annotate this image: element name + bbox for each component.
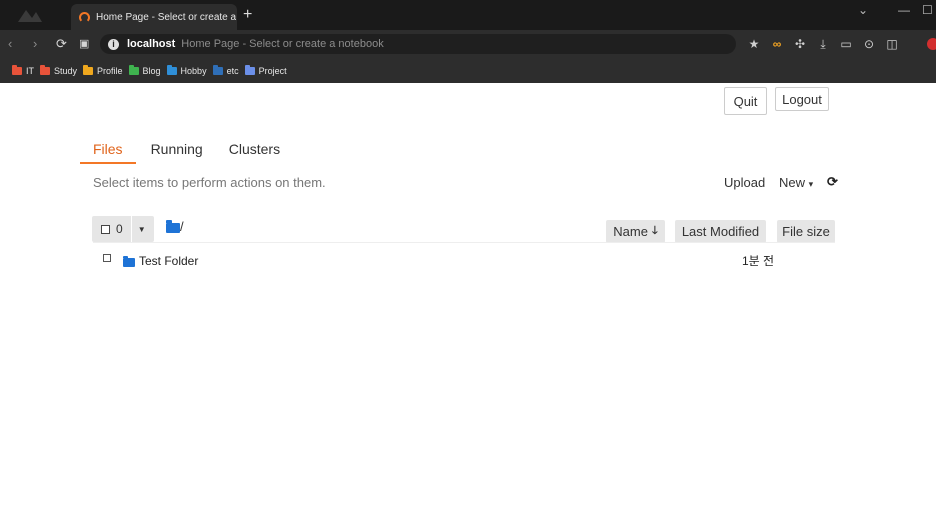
site-info-icon[interactable]: i bbox=[108, 38, 119, 50]
tab-files[interactable]: Files bbox=[80, 138, 136, 164]
caret-down-icon: ▾ bbox=[808, 179, 814, 189]
select-all-checkbox[interactable] bbox=[101, 224, 110, 234]
folder-icon bbox=[244, 64, 255, 75]
browser-tab-bar: Home Page - Select or create a notebook … bbox=[0, 0, 936, 30]
tab-running[interactable]: Running bbox=[151, 138, 203, 164]
bookmark-label: etc bbox=[226, 65, 239, 76]
bookmark-blog[interactable]: Blog bbox=[128, 64, 161, 76]
new-label: New bbox=[779, 175, 806, 190]
folder-icon bbox=[83, 64, 94, 75]
bookmarks-bar: IT Study Profile Blog Hobby etc Project bbox=[0, 58, 936, 83]
list-item[interactable]: Test Folder 1분 전 bbox=[93, 250, 835, 272]
notebook-tabs: Files Running Clusters bbox=[80, 138, 306, 164]
reload-icon[interactable]: ⟳ bbox=[56, 36, 67, 52]
breadcrumb[interactable]: / bbox=[180, 219, 184, 234]
maximize-icon[interactable]: ☐ bbox=[922, 3, 933, 17]
bookmark-label: Project bbox=[258, 65, 287, 76]
notion-extension-icon[interactable]: ▣ bbox=[79, 36, 89, 52]
item-name-link[interactable]: Test Folder bbox=[139, 254, 198, 268]
bookmark-label: Blog bbox=[142, 65, 161, 76]
browser-logo-icon bbox=[18, 10, 42, 22]
home-folder-icon[interactable] bbox=[166, 220, 180, 233]
tab-search-chevron-icon[interactable]: ⌄ bbox=[858, 3, 868, 17]
quit-button[interactable]: Quit bbox=[724, 87, 767, 115]
folder-icon bbox=[166, 64, 177, 75]
folder-icon bbox=[212, 64, 223, 75]
folder-icon bbox=[40, 64, 50, 75]
bookmark-label: Profile bbox=[97, 65, 123, 76]
jupyter-favicon-icon bbox=[79, 11, 90, 23]
selection-hint: Select items to perform actions on them. bbox=[93, 175, 326, 190]
url-page-title: Home Page - Select or create a notebook bbox=[181, 38, 384, 50]
forward-icon[interactable]: › bbox=[33, 36, 37, 52]
folder-icon bbox=[128, 64, 139, 75]
extensions-puzzle-icon[interactable]: ✣ bbox=[793, 36, 807, 52]
bookmark-etc[interactable]: etc bbox=[212, 64, 239, 76]
back-icon[interactable]: ‹ bbox=[8, 36, 12, 52]
browser-tab-active[interactable]: Home Page - Select or create a notebook bbox=[71, 4, 237, 30]
new-tab-plus-icon[interactable]: + bbox=[243, 6, 252, 24]
bookmark-star-icon[interactable]: ★ bbox=[747, 36, 761, 52]
sort-by-last-modified-button[interactable]: Last Modified bbox=[675, 220, 766, 243]
bookmark-label: IT bbox=[26, 65, 34, 76]
select-all-group[interactable]: 0 ▼ bbox=[92, 216, 154, 242]
bookmark-project[interactable]: Project bbox=[244, 64, 287, 76]
sidebar-icon[interactable]: ◫ bbox=[885, 36, 899, 52]
item-checkbox[interactable] bbox=[103, 254, 111, 262]
selected-count: 0 bbox=[116, 222, 123, 236]
bookmark-hobby[interactable]: Hobby bbox=[166, 64, 207, 76]
logout-button[interactable]: Logout bbox=[775, 87, 829, 111]
item-last-modified: 1분 전 bbox=[742, 254, 775, 268]
extension-icons: ★ ∞ ✣ ⤓ ▭ ⊙ ◫ bbox=[747, 36, 899, 52]
new-dropdown-button[interactable]: New ▾ bbox=[779, 175, 813, 190]
folder-icon bbox=[12, 64, 22, 75]
tab-clusters[interactable]: Clusters bbox=[229, 138, 280, 164]
arrow-down-icon: 🡓 bbox=[651, 225, 658, 237]
minimize-icon[interactable]: — bbox=[898, 3, 910, 17]
url-host: localhost bbox=[127, 38, 176, 50]
url-field[interactable]: i localhost Home Page - Select or create… bbox=[100, 34, 736, 54]
sort-by-file-size-button[interactable]: File size bbox=[777, 220, 835, 243]
cast-icon[interactable]: ▭ bbox=[839, 36, 853, 52]
sort-by-name-button[interactable]: Name 🡓 bbox=[606, 220, 665, 243]
browser-address-bar: ‹ › ⟳ ▣ i localhost Home Page - Select o… bbox=[0, 30, 936, 58]
bookmark-it[interactable]: IT bbox=[12, 64, 34, 76]
upload-button[interactable]: Upload bbox=[724, 175, 765, 190]
folder-icon bbox=[123, 256, 135, 267]
divider bbox=[130, 216, 132, 242]
refresh-icon[interactable]: ⟳ bbox=[827, 174, 838, 190]
bookmark-label: Hobby bbox=[180, 65, 207, 76]
column-name-label: Name bbox=[613, 224, 648, 239]
caret-down-icon[interactable]: ▼ bbox=[138, 225, 146, 234]
profile-avatar[interactable] bbox=[927, 38, 936, 50]
download-icon[interactable]: ⤓ bbox=[816, 36, 830, 52]
screenshot-icon[interactable]: ⊙ bbox=[862, 36, 876, 52]
bookmark-profile[interactable]: Profile bbox=[83, 64, 123, 76]
list-divider bbox=[93, 242, 835, 243]
infinity-extension-icon[interactable]: ∞ bbox=[770, 36, 784, 52]
bookmark-study[interactable]: Study bbox=[40, 64, 78, 76]
browser-tab-title: Home Page - Select or create a notebook bbox=[96, 11, 236, 23]
bookmark-label: Study bbox=[54, 65, 78, 76]
